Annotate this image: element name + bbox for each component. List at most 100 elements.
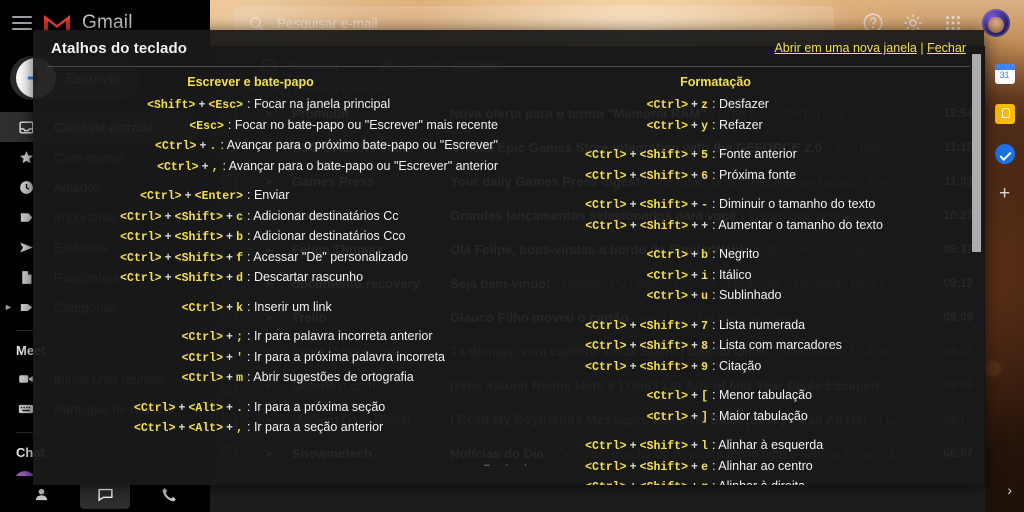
shortcut-group-gap — [508, 307, 963, 316]
shortcut-keys: <Ctrl> + ' — [181, 351, 243, 365]
shortcut-group-gap — [508, 186, 963, 195]
shortcut-group-gap — [43, 389, 498, 398]
shortcut-description: : Avançar para o bate-papo ou "Escrever"… — [222, 158, 498, 173]
shortcut-keys: <Ctrl> + <Shift> + l — [585, 440, 708, 453]
shortcut-keys: <Ctrl> + k — [181, 301, 243, 315]
page-title: Atalhos do teclado — [51, 39, 187, 57]
shortcut-row: <Ctrl> + ,: Avançar para o bate-papo ou … — [43, 157, 498, 178]
link-divider: | — [916, 41, 928, 55]
shortcut-keys: <Ctrl> + <Shift> + 6 — [585, 169, 708, 183]
keyboard-shortcuts-dialog: Atalhos do teclado Abrir em uma nova jan… — [33, 30, 984, 485]
shortcut-keys: <Ctrl> + <Shift> + c — [120, 210, 243, 224]
shortcut-keys: <Ctrl> + <Enter> — [140, 190, 243, 203]
avatar[interactable] — [982, 9, 1010, 37]
google-tasks-icon[interactable] — [994, 144, 1015, 164]
shortcut-description: : Maior tabulação — [712, 408, 808, 423]
shortcut-row: <Ctrl> + <Shift> + f : Acessar "De" perso… — [43, 248, 498, 269]
shortcut-keys: <Esc> — [189, 119, 224, 133]
shortcut-description: : Fonte anterior — [712, 147, 797, 161]
shortcut-group-gap — [508, 136, 963, 145]
shortcut-description: : Acessar "De" personalizado — [247, 249, 409, 264]
shortcut-group-gap — [43, 177, 498, 186]
shortcut-description: : Focar na janela principal — [247, 97, 391, 111]
shortcut-keys: <Ctrl> + m — [181, 372, 243, 385]
shortcut-keys: <Ctrl> + <Shift> + d — [120, 272, 243, 285]
shortcut-description: : Descartar rascunho — [247, 270, 364, 284]
shortcut-keys: <Ctrl> + <Shift> + f — [120, 251, 243, 265]
shortcut-row: <Ctrl> + <Enter>: Enviar — [43, 186, 498, 207]
search-placeholder-text: Pesquisar e-mail — [277, 15, 378, 31]
shortcut-description: : Adicionar destinatários Cc — [247, 208, 399, 223]
shortcut-row: <Ctrl> + <Shift> + d : Descartar rascunho — [43, 268, 498, 289]
shortcut-keys: <Ctrl> + <Shift> + b — [120, 231, 243, 244]
shortcut-group-gap — [43, 289, 498, 298]
shortcut-description: : Avançar para o próximo bate-papo ou "E… — [220, 138, 498, 152]
shortcut-description: : Adicionar destinatários Cco — [247, 229, 406, 243]
gmail-window: Gmail Pesquisar e-mail ► Meet Chat 31 + … — [0, 0, 1024, 512]
shortcut-row: <Ctrl> + ; : Ir para palavra incorreta an… — [43, 327, 498, 348]
shortcut-row: <Ctrl> + <Shift> + r: Alinhar à direita — [508, 477, 963, 485]
shortcut-description: : Negrito — [712, 247, 760, 261]
shortcut-description: : Menor tabulação — [712, 388, 813, 402]
google-calendar-icon[interactable] — [994, 64, 1015, 84]
shortcut-row: <Ctrl> + z: Desfazer — [508, 95, 963, 116]
shortcut-description: : Focar no bate-papo ou "Escrever" mais … — [227, 117, 498, 132]
shortcut-rows: <Ctrl> + z: Desfazer <Ctrl> + y: Refazer <… — [508, 95, 963, 485]
shortcut-keys: <Ctrl> + <Shift> + r — [508, 478, 708, 485]
shortcut-description: : Próxima fonte — [712, 167, 797, 182]
shortcuts-column-left: Escrever e bate-papo <Shift> + <Esc> : Fo… — [43, 75, 498, 439]
shortcut-keys: <Ctrl> + <Shift> + 9 — [585, 360, 708, 374]
shortcut-description: : Ir para a próxima palavra incorreta — [247, 349, 446, 364]
shortcut-description: : Lista numerada — [712, 317, 806, 332]
shortcuts-column-right: Formatação <Ctrl> + z: Desfazer <Ctrl> + … — [508, 75, 963, 485]
shortcut-description: : Ir para a seção anterior — [247, 420, 384, 434]
shortcut-keys: <Ctrl> + i — [646, 269, 708, 283]
shortcut-keys: <Ctrl> + ; — [181, 331, 243, 344]
expand-panel-chevron-icon[interactable]: › — [1007, 482, 1012, 498]
shortcut-keys: <Ctrl> + <Alt> + , — [133, 422, 243, 435]
add-app-button[interactable]: + — [999, 184, 1010, 203]
hamburger-icon[interactable] — [12, 16, 32, 30]
column-heading: Escrever e bate-papo — [187, 75, 314, 89]
shortcut-keys: <Ctrl> + , — [157, 160, 219, 174]
open-in-new-window-link[interactable]: Abrir em uma nova janela — [774, 41, 916, 55]
shortcut-description: : Desfazer — [712, 97, 769, 111]
shortcut-row: <Ctrl> + <Shift> + 8: Lista com marcador… — [508, 336, 963, 357]
chevron-right-icon[interactable]: ► — [4, 302, 13, 312]
shortcut-row: <Ctrl> + <Shift> + 7: Lista numerada — [508, 316, 963, 337]
shortcut-description: : Refazer — [712, 117, 763, 132]
shortcut-description: : Diminuir o tamanho do texto — [712, 197, 876, 211]
shortcut-description: : Sublinhado — [712, 288, 782, 302]
shortcut-keys: <Ctrl> + [ — [646, 390, 708, 403]
shortcut-row: <Ctrl> + .: Avançar para o próximo bate-… — [43, 136, 498, 157]
close-link[interactable]: Fechar — [927, 41, 966, 55]
shortcut-description: : Ir para palavra incorreta anterior — [247, 329, 433, 343]
shortcut-row: <Ctrl> + <Shift> + c : Adicionar destinat… — [43, 207, 498, 228]
google-keep-icon[interactable] — [994, 104, 1015, 124]
truncated-content-hint: – · · — [483, 459, 534, 471]
shortcut-row: <Ctrl> + <Shift> + b : Adicionar destinat… — [43, 227, 498, 248]
shortcut-rows: <Shift> + <Esc> : Focar na janela princip… — [43, 95, 498, 439]
search-icon — [250, 16, 264, 30]
shortcut-row: <Ctrl> + i: Itálico — [508, 266, 963, 287]
shortcut-description: : Ir para a próxima seção — [247, 399, 386, 414]
shortcut-keys: <Ctrl> + <Shift> + 8 — [585, 340, 708, 353]
shortcut-row: <Ctrl> + <Shift> + 6 : Próxima fonte — [508, 166, 963, 187]
column-heading: Formatação — [680, 75, 751, 89]
shortcut-row: <Ctrl> + <Shift> + 5: Fonte anterior — [508, 145, 963, 166]
shortcut-description: : Abrir sugestões de ortografia — [247, 370, 414, 384]
dialog-scrollbar[interactable] — [972, 54, 981, 252]
shortcut-keys: <Ctrl> + <Shift> + + — [585, 219, 708, 233]
shortcut-keys: <Ctrl> + . — [155, 140, 217, 153]
shortcut-row: <Ctrl> + <Shift> + + : Aumentar o tamanh… — [508, 216, 963, 237]
shortcut-keys: <Shift> + <Esc> — [147, 99, 243, 112]
shortcut-keys: <Ctrl> + b — [646, 249, 708, 262]
shortcut-group-gap — [508, 427, 963, 436]
shortcut-row: <Ctrl> + <Alt> + .: Ir para a próxima se… — [43, 398, 498, 419]
shortcut-group-gap — [508, 236, 963, 245]
shortcut-row: <Ctrl> + b : Negrito — [508, 245, 963, 266]
shortcut-row: <Ctrl> + ]: Maior tabulação — [508, 407, 963, 428]
shortcut-row: <Ctrl> + m : Abrir sugestões de ortografi… — [43, 368, 498, 389]
shortcut-row: <Ctrl> + <Shift> + -: Diminuir o tamanho… — [508, 195, 963, 216]
shortcut-row: <Ctrl> + ' : Ir para a próxima palavra in… — [43, 348, 498, 369]
